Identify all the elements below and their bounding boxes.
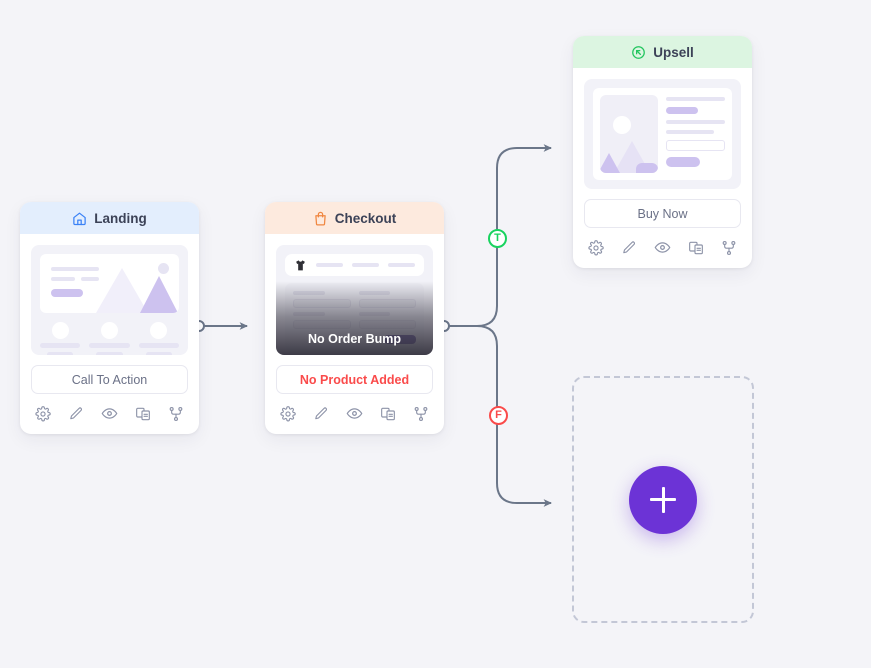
upsell-copy-block [666,95,725,173]
branch-icon[interactable] [168,406,184,422]
offer-line-1 [666,97,725,101]
step-card-landing[interactable]: Landing Call To Action [20,202,199,434]
feature-line-1 [40,343,81,348]
feature-line-2 [46,352,74,355]
hero-mountain-front-shape [140,276,178,313]
offer-input-shape [666,140,725,151]
split-test-icon[interactable] [380,406,396,422]
step-header-checkout: Checkout [265,202,444,234]
image-sun-shape [613,116,631,134]
product-line-3 [388,263,415,267]
hero-line-2 [51,277,75,281]
shopping-bag-icon [313,211,328,226]
upsell-arrow-icon [631,45,646,60]
step-body-upsell: Buy Now [573,68,752,268]
product-line-1 [316,263,343,267]
feature-line-1 [89,343,130,348]
funnel-canvas[interactable]: T F Landing Call To Action Checkout No O… [0,0,871,668]
feature-avatar-shape [51,322,69,339]
checkout-product-row [285,254,424,276]
upsell-image-placeholder [600,95,658,173]
step-title-landing: Landing [94,210,147,226]
step-card-upsell[interactable]: Upsell Buy Now [573,36,752,268]
landing-hero-mock [40,254,179,313]
cta-button-landing[interactable]: Call To Action [31,365,188,394]
step-title-upsell: Upsell [653,44,694,60]
feature-avatar-shape [150,322,168,339]
landing-feature-columns [40,322,179,355]
branch-badge-false[interactable]: F [489,406,508,425]
hero-sun-shape [158,263,169,274]
gear-icon[interactable] [280,405,296,422]
page-preview-checkout[interactable]: No Order Bump [276,245,433,355]
eye-icon[interactable] [346,405,363,422]
empty-step-slot[interactable] [572,376,754,623]
branch-icon[interactable] [721,240,737,256]
eye-icon[interactable] [654,239,671,256]
upsell-offer-mock [593,88,732,180]
eye-icon[interactable] [101,405,118,422]
image-mountain-front-shape [600,153,620,173]
pencil-icon[interactable] [621,240,637,256]
pencil-icon[interactable] [68,406,84,422]
home-icon [72,211,87,226]
product-line-2 [352,263,379,267]
action-toolbar-landing [31,405,188,425]
plus-icon [650,486,676,513]
action-toolbar-upsell [584,239,741,259]
feature-line-2 [96,352,123,355]
add-step-button[interactable] [629,465,697,534]
offer-line-2 [666,120,725,124]
step-header-landing: Landing [20,202,199,234]
hero-line-3 [81,277,99,281]
split-test-icon[interactable] [688,240,704,256]
pencil-icon[interactable] [313,406,329,422]
landing-feature-column [40,322,81,355]
offer-line-3 [666,130,715,134]
branch-icon[interactable] [413,406,429,422]
connector-landing-to-checkout [193,320,248,332]
step-body-landing: Call To Action [20,234,199,434]
hero-line-1 [51,267,99,271]
step-body-checkout: No Order Bump No Product Added [265,234,444,434]
action-toolbar-checkout [276,405,433,425]
image-hill-shape [636,163,658,173]
split-test-icon[interactable] [135,406,151,422]
cta-button-upsell[interactable]: Buy Now [584,199,741,228]
step-card-checkout[interactable]: Checkout No Order Bump No Product Added [265,202,444,434]
page-preview-upsell[interactable] [584,79,741,189]
hero-cta-shape [51,289,83,297]
feature-avatar-shape [100,322,118,339]
tshirt-icon [294,259,307,272]
page-preview-landing[interactable] [31,245,188,355]
feature-line-2 [145,352,173,355]
feature-line-1 [138,343,179,348]
branch-badge-true[interactable]: T [488,229,507,248]
order-bump-label: No Order Bump [307,332,402,346]
landing-feature-column [89,322,130,355]
offer-cta-shape [666,157,701,167]
landing-feature-column [138,322,179,355]
gear-icon[interactable] [588,239,604,256]
step-header-upsell: Upsell [573,36,752,68]
step-title-checkout: Checkout [334,210,397,226]
gear-icon[interactable] [35,405,51,422]
offer-highlight-shape [666,107,699,114]
cta-button-checkout[interactable]: No Product Added [276,365,433,394]
